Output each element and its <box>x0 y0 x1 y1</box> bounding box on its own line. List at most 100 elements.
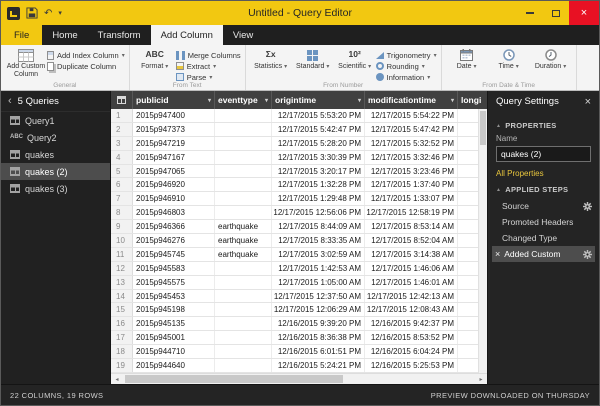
cell-publicid[interactable]: 2015p944640 <box>133 359 215 372</box>
cell-modificationtime[interactable]: 12/17/2015 3:23:46 PM <box>365 164 458 178</box>
query-list-item[interactable]: Query2 <box>1 129 110 146</box>
cell-modificationtime[interactable]: 12/16/2015 5:25:53 PM <box>365 359 458 372</box>
row-number[interactable]: 7 <box>111 192 133 206</box>
format-button[interactable]: ABC Format ▾ <box>134 47 176 71</box>
maximize-button[interactable] <box>543 1 569 25</box>
cell-modificationtime[interactable]: 12/16/2015 8:53:52 PM <box>365 331 458 345</box>
row-number[interactable]: 19 <box>111 359 133 372</box>
trigonometry-button[interactable]: Trigonometry ▾ <box>375 50 437 60</box>
applied-step[interactable]: × Added Custom <box>492 246 595 262</box>
row-number[interactable]: 3 <box>111 136 133 150</box>
cell-publicid[interactable]: 2015p947167 <box>133 150 215 164</box>
cell-longi[interactable] <box>458 178 478 191</box>
all-properties-link[interactable]: All Properties <box>496 169 591 178</box>
save-icon[interactable] <box>26 7 38 19</box>
row-number[interactable]: 18 <box>111 345 133 359</box>
cell-eventtype[interactable] <box>215 122 272 136</box>
row-number[interactable]: 9 <box>111 220 133 234</box>
cell-modificationtime[interactable]: 12/16/2015 6:04:24 PM <box>365 345 458 359</box>
query-list-item[interactable]: quakes (2) <box>1 163 110 180</box>
cell-origintime[interactable]: 12/17/2015 12:37:50 AM <box>272 289 365 303</box>
applied-step[interactable]: Source <box>492 198 595 214</box>
merge-columns-button[interactable]: Merge Columns <box>175 50 241 60</box>
cell-longi[interactable] <box>458 303 478 316</box>
cell-modificationtime[interactable]: 12/17/2015 8:53:14 AM <box>365 220 458 234</box>
cell-eventtype[interactable] <box>215 359 272 372</box>
row-number[interactable]: 5 <box>111 164 133 178</box>
gear-icon[interactable] <box>583 201 592 211</box>
scientific-button[interactable]: 10² Scientific ▾ <box>334 47 376 71</box>
collapse-pane-icon[interactable]: ‹ <box>8 95 12 107</box>
cell-publicid[interactable]: 2015p944710 <box>133 345 215 359</box>
cell-publicid[interactable]: 2015p946803 <box>133 206 215 220</box>
cell-origintime[interactable]: 12/17/2015 3:30:39 PM <box>272 150 365 164</box>
column-header-modificationtime[interactable]: modificationtime ▾ <box>365 91 458 109</box>
cell-origintime[interactable]: 12/16/2015 5:24:21 PM <box>272 359 365 372</box>
parse-button[interactable]: Parse ▾ <box>175 72 241 82</box>
cell-publicid[interactable]: 2015p945001 <box>133 331 215 345</box>
cell-longi[interactable] <box>458 234 478 247</box>
row-number[interactable]: 2 <box>111 122 133 136</box>
cell-origintime[interactable]: 12/17/2015 1:42:53 AM <box>272 261 365 275</box>
applied-step[interactable]: Promoted Headers <box>492 214 595 230</box>
cell-eventtype[interactable]: earthquake <box>215 220 272 234</box>
cell-longi[interactable] <box>458 206 478 219</box>
cell-eventtype[interactable] <box>215 331 272 345</box>
close-pane-icon[interactable]: × <box>585 96 591 108</box>
row-number[interactable]: 12 <box>111 261 133 275</box>
properties-section-header[interactable]: ▲ PROPERTIES <box>496 121 591 130</box>
tab-file[interactable]: File <box>1 25 43 45</box>
cell-eventtype[interactable] <box>215 150 272 164</box>
add-index-column-button[interactable]: Add Index Column ▾ <box>47 50 125 60</box>
cell-origintime[interactable]: 12/17/2015 5:28:20 PM <box>272 136 365 150</box>
cell-modificationtime[interactable]: 12/17/2015 1:37:40 PM <box>365 178 458 192</box>
cell-publicid[interactable]: 2015p945745 <box>133 247 215 261</box>
cell-origintime[interactable]: 12/17/2015 8:44:09 AM <box>272 220 365 234</box>
cell-eventtype[interactable] <box>215 345 272 359</box>
cell-modificationtime[interactable]: 12/17/2015 12:58:19 PM <box>365 206 458 220</box>
cell-publicid[interactable]: 2015p945198 <box>133 303 215 317</box>
cell-publicid[interactable]: 2015p945135 <box>133 317 215 331</box>
cell-longi[interactable] <box>458 345 478 358</box>
cell-eventtype[interactable] <box>215 303 272 317</box>
cell-origintime[interactable]: 12/17/2015 8:33:35 AM <box>272 234 365 247</box>
filter-caret-icon[interactable]: ▾ <box>451 97 454 104</box>
scroll-left-icon[interactable]: ◂ <box>111 374 123 384</box>
row-number[interactable]: 1 <box>111 109 133 122</box>
cell-longi[interactable] <box>458 331 478 344</box>
query-list-item[interactable]: quakes <box>1 146 110 163</box>
cell-modificationtime[interactable]: 12/17/2015 5:54:22 PM <box>365 109 458 122</box>
row-number[interactable]: 15 <box>111 303 133 317</box>
cell-modificationtime[interactable]: 12/17/2015 12:42:13 AM <box>365 289 458 303</box>
delete-step-icon[interactable]: × <box>495 249 500 259</box>
cell-eventtype[interactable] <box>215 109 272 122</box>
time-button[interactable]: Time ▾ <box>488 47 530 71</box>
cell-longi[interactable] <box>458 262 478 275</box>
cell-eventtype[interactable] <box>215 206 272 220</box>
duplicate-column-button[interactable]: Duplicate Column <box>47 61 125 71</box>
cell-longi[interactable] <box>458 276 478 289</box>
cell-longi[interactable] <box>458 359 478 372</box>
row-number[interactable]: 13 <box>111 275 133 289</box>
row-number[interactable]: 16 <box>111 317 133 331</box>
column-header-longi[interactable]: longi <box>458 91 487 109</box>
row-number[interactable]: 14 <box>111 289 133 303</box>
duration-button[interactable]: Duration ▾ <box>530 47 572 71</box>
filter-caret-icon[interactable]: ▾ <box>358 97 361 104</box>
cell-origintime[interactable]: 12/17/2015 12:56:06 PM <box>272 206 365 220</box>
cell-origintime[interactable]: 12/17/2015 5:53:20 PM <box>272 109 365 122</box>
cell-publicid[interactable]: 2015p946920 <box>133 178 215 192</box>
rounding-button[interactable]: Rounding ▾ <box>375 61 437 71</box>
row-number[interactable]: 4 <box>111 150 133 164</box>
cell-eventtype[interactable] <box>215 192 272 206</box>
cell-origintime[interactable]: 12/17/2015 1:05:00 AM <box>272 275 365 289</box>
column-header-publicid[interactable]: publicid ▾ <box>133 91 215 109</box>
cell-longi[interactable] <box>458 109 478 122</box>
query-list-item[interactable]: Query1 <box>1 112 110 129</box>
cell-publicid[interactable]: 2015p946366 <box>133 220 215 234</box>
column-header-origintime[interactable]: origintime ▾ <box>272 91 365 109</box>
query-list-item[interactable]: quakes (3) <box>1 180 110 197</box>
cell-modificationtime[interactable]: 12/17/2015 5:47:42 PM <box>365 122 458 136</box>
cell-origintime[interactable]: 12/17/2015 1:32:28 PM <box>272 178 365 192</box>
row-number[interactable]: 8 <box>111 206 133 220</box>
